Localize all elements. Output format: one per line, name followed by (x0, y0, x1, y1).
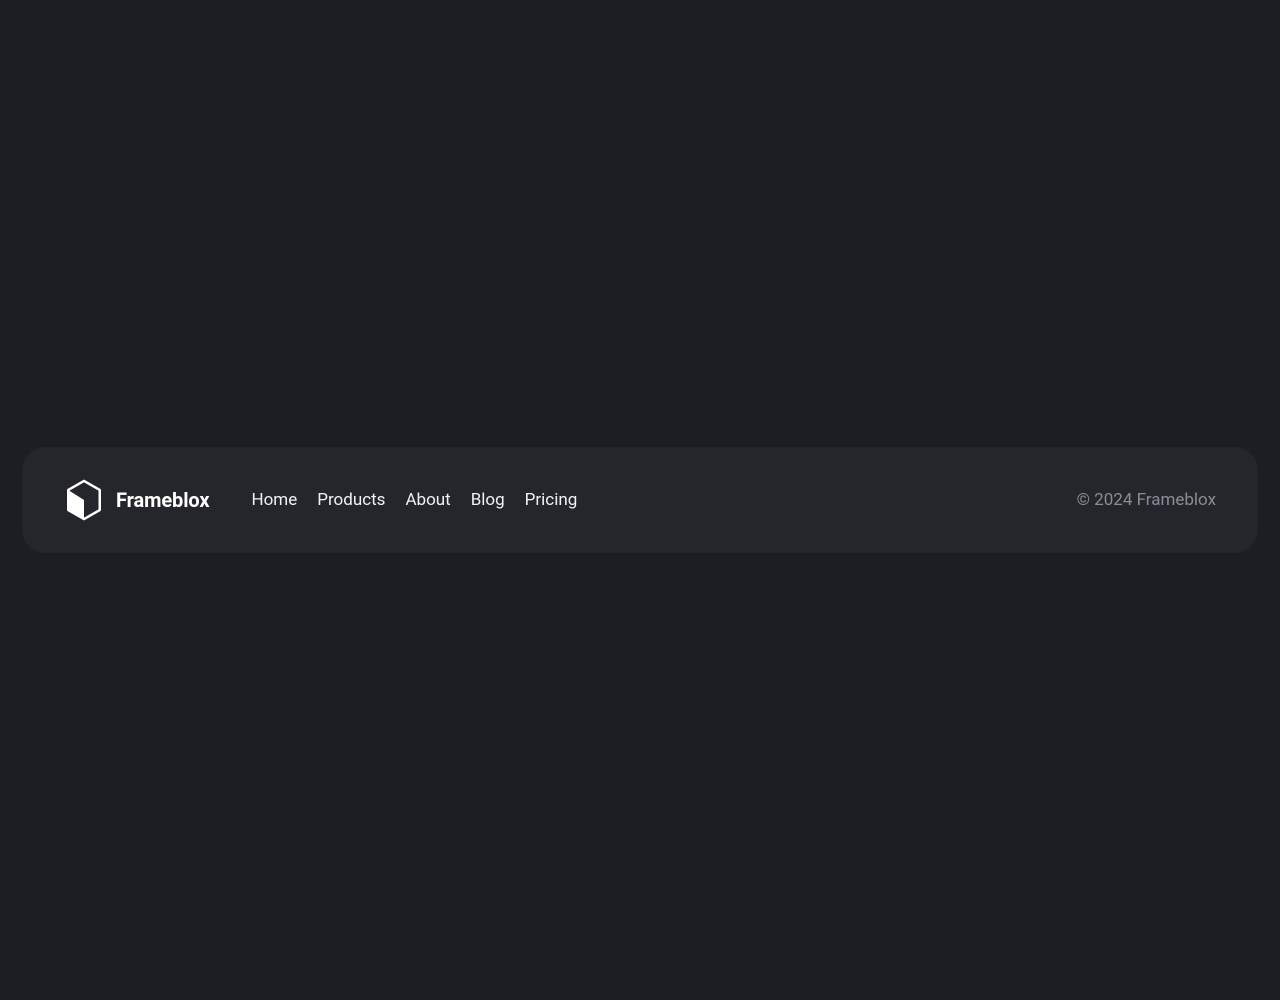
nav-link-pricing[interactable]: Pricing (525, 490, 578, 510)
nav-link-blog[interactable]: Blog (471, 490, 505, 510)
brand-name: Frameblox (116, 488, 209, 512)
footer-bar: Frameblox Home Products About Blog Prici… (22, 447, 1258, 553)
hexagon-logo-icon (64, 479, 104, 521)
nav-link-products[interactable]: Products (317, 490, 385, 510)
nav-link-home[interactable]: Home (251, 490, 297, 510)
brand-logo-group[interactable]: Frameblox (64, 479, 209, 521)
footer-nav: Home Products About Blog Pricing (251, 490, 577, 510)
footer-copyright: © 2024 Frameblox (1077, 490, 1216, 510)
footer-left-group: Frameblox Home Products About Blog Prici… (64, 479, 577, 521)
nav-link-about[interactable]: About (405, 490, 450, 510)
